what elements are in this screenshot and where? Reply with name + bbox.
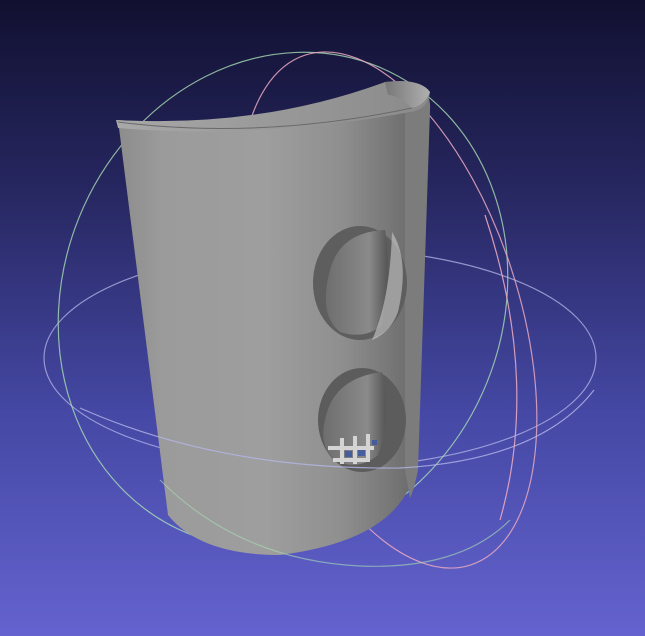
upper-hole (313, 226, 407, 340)
3d-viewport[interactable] (0, 0, 645, 636)
mesh-scene[interactable] (0, 0, 645, 636)
lower-hole (318, 368, 406, 472)
cup-right-edge (405, 90, 431, 498)
model-mesh[interactable] (116, 81, 431, 555)
